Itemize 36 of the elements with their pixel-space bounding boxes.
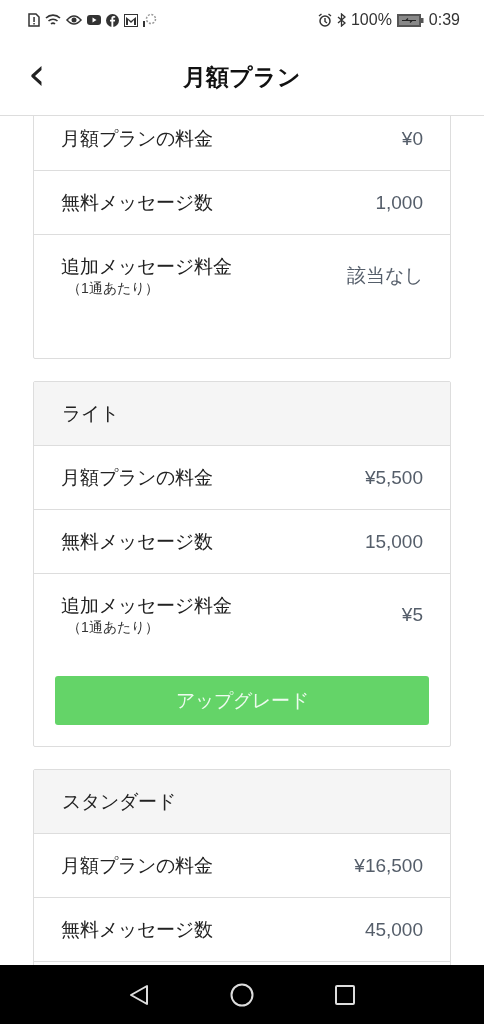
row-label: 追加メッセージ料金 bbox=[61, 594, 232, 618]
row-note: （1通あたり） bbox=[66, 280, 160, 298]
row-value: ¥16,500 bbox=[354, 854, 423, 877]
row-value: 45,000 bbox=[364, 918, 423, 941]
sim-alert-icon bbox=[28, 13, 40, 27]
wifi-icon bbox=[45, 13, 61, 27]
row-label: 無料メッセージ数 bbox=[61, 917, 213, 942]
row-label: 月額プランの料金 bbox=[61, 465, 213, 490]
plan-name: ライト bbox=[62, 401, 119, 426]
bluetooth-icon bbox=[336, 13, 346, 27]
row-value: ¥0 bbox=[401, 127, 423, 150]
recents-nav-icon[interactable] bbox=[334, 983, 356, 1006]
mail-icon bbox=[124, 13, 138, 27]
home-nav-icon[interactable] bbox=[230, 982, 254, 1007]
clock-time: 0:39 bbox=[428, 11, 460, 29]
row-label: 無料メッセージ数 bbox=[61, 529, 213, 554]
f-logo-icon bbox=[106, 13, 119, 27]
alarm-icon bbox=[317, 13, 332, 27]
play-icon bbox=[87, 14, 101, 26]
battery-icon bbox=[396, 13, 424, 27]
row-value: ¥5,500 bbox=[364, 466, 423, 489]
row-value: 1,000 bbox=[375, 191, 423, 214]
row-label: 月額プランの料金 bbox=[61, 126, 213, 151]
plan-name: スタンダード bbox=[62, 789, 176, 814]
row-value: 該当なし bbox=[347, 264, 423, 288]
row-label: 月額プランの料金 bbox=[61, 853, 213, 878]
eye-icon bbox=[66, 13, 82, 27]
back-button[interactable]: ‹ bbox=[22, 54, 52, 94]
row-value: ¥5 bbox=[401, 604, 423, 626]
battery-percent: 100% bbox=[350, 11, 392, 29]
row-label: 無料メッセージ数 bbox=[61, 190, 213, 215]
row-value: 15,000 bbox=[364, 530, 423, 553]
row-label: 追加メッセージ料金 bbox=[61, 255, 232, 279]
back-nav-icon[interactable] bbox=[128, 983, 150, 1006]
row-note: （1通あたり） bbox=[66, 619, 160, 637]
page-title: 月額プラン bbox=[183, 63, 301, 92]
